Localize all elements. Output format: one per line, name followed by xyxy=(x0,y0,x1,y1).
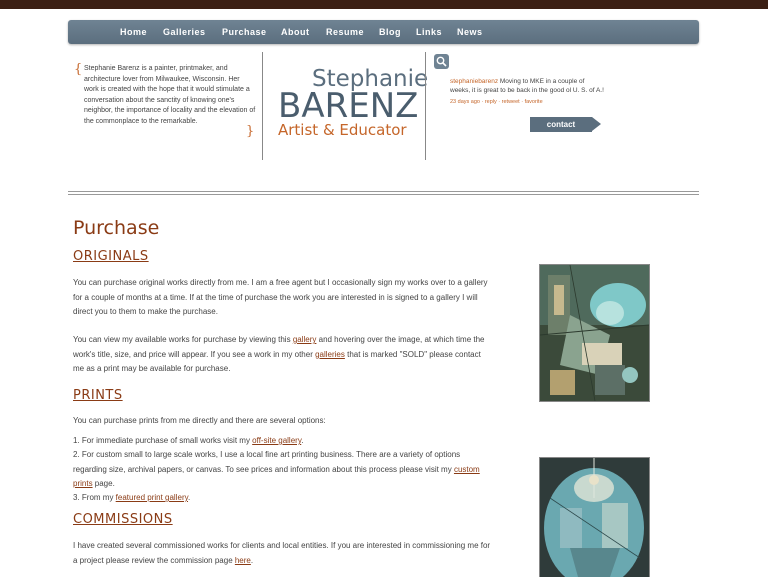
text-segment: page. xyxy=(92,479,115,488)
top-bar xyxy=(0,0,768,9)
header-rule-bottom xyxy=(68,194,699,195)
tweet-meta[interactable]: 23 days ago · reply · retweet · favorite xyxy=(450,99,543,105)
text-segment: You can view my available works for purc… xyxy=(73,335,293,344)
page-title: Purchase xyxy=(73,217,160,239)
gallery-link[interactable]: gallery xyxy=(293,335,317,344)
originals-heading: ORIGINALS xyxy=(73,249,149,264)
nav-galleries[interactable]: Galleries xyxy=(163,20,206,44)
prints-intro: You can purchase prints from me directly… xyxy=(73,416,326,425)
tweet-username[interactable]: stephaniebarenz xyxy=(450,78,498,85)
header-divider-left xyxy=(262,52,263,160)
nav-news[interactable]: News xyxy=(457,20,483,44)
header-divider-right xyxy=(425,52,426,160)
artist-bio: Stephanie Barenz is a painter, printmake… xyxy=(84,65,256,125)
artwork-thumbnail-1[interactable] xyxy=(539,264,650,402)
nav-purchase[interactable]: Purchase xyxy=(222,20,267,44)
magnifier-icon xyxy=(436,56,447,67)
commissions-paragraph: I have created several commissioned work… xyxy=(73,539,493,568)
bio-brace-open: { xyxy=(74,62,83,77)
commissions-heading: COMMISSIONS xyxy=(73,512,173,527)
contact-arrow-icon[interactable] xyxy=(592,117,601,131)
bio-brace-close: } xyxy=(246,124,255,139)
contact-button[interactable]: contact xyxy=(530,117,592,132)
text-segment: . xyxy=(301,436,304,445)
nav-about[interactable]: About xyxy=(281,20,310,44)
featured-print-gallery-link[interactable]: featured print gallery xyxy=(116,493,188,502)
commission-here-link[interactable]: here xyxy=(235,556,251,565)
logo-last-name[interactable]: BARENZ xyxy=(278,86,418,126)
text-segment: 2. For custom small to large scale works… xyxy=(73,450,461,474)
text-segment: 1. For immediate purchase of small works… xyxy=(73,436,253,445)
nav-links[interactable]: Links xyxy=(416,20,442,44)
prints-item-3: 3. From my featured print gallery. xyxy=(73,491,493,506)
text-segment: I have created several commissioned work… xyxy=(73,541,491,565)
artwork-image-2 xyxy=(540,458,649,577)
prints-item-2: 2. For custom small to large scale works… xyxy=(73,448,493,492)
main-navigation: Home Galleries Purchase About Resume Blo… xyxy=(68,20,699,44)
nav-home[interactable]: Home xyxy=(120,20,147,44)
originals-paragraph-1: You can purchase original works directly… xyxy=(73,278,488,316)
prints-heading: PRINTS xyxy=(73,388,123,403)
artwork-thumbnail-2[interactable] xyxy=(539,457,650,577)
text-segment: 3. From my xyxy=(73,493,116,502)
twitter-search-icon[interactable] xyxy=(434,54,449,69)
nav-resume[interactable]: Resume xyxy=(326,20,364,44)
originals-paragraph-2: You can view my available works for purc… xyxy=(73,333,493,377)
text-segment: . xyxy=(188,493,191,502)
header-rule-top xyxy=(68,191,699,192)
text-segment: . xyxy=(250,555,254,565)
nav-blog[interactable]: Blog xyxy=(379,20,401,44)
tweet: stephaniebarenz Moving to MKE in a coupl… xyxy=(450,77,605,95)
artwork-image-1 xyxy=(540,265,649,401)
off-site-gallery-link[interactable]: off-site gallery xyxy=(252,436,301,445)
logo-subtitle: Artist & Educator xyxy=(278,121,407,139)
prints-item-1: 1. For immediate purchase of small works… xyxy=(73,434,493,449)
galleries-link[interactable]: galleries xyxy=(315,350,345,359)
